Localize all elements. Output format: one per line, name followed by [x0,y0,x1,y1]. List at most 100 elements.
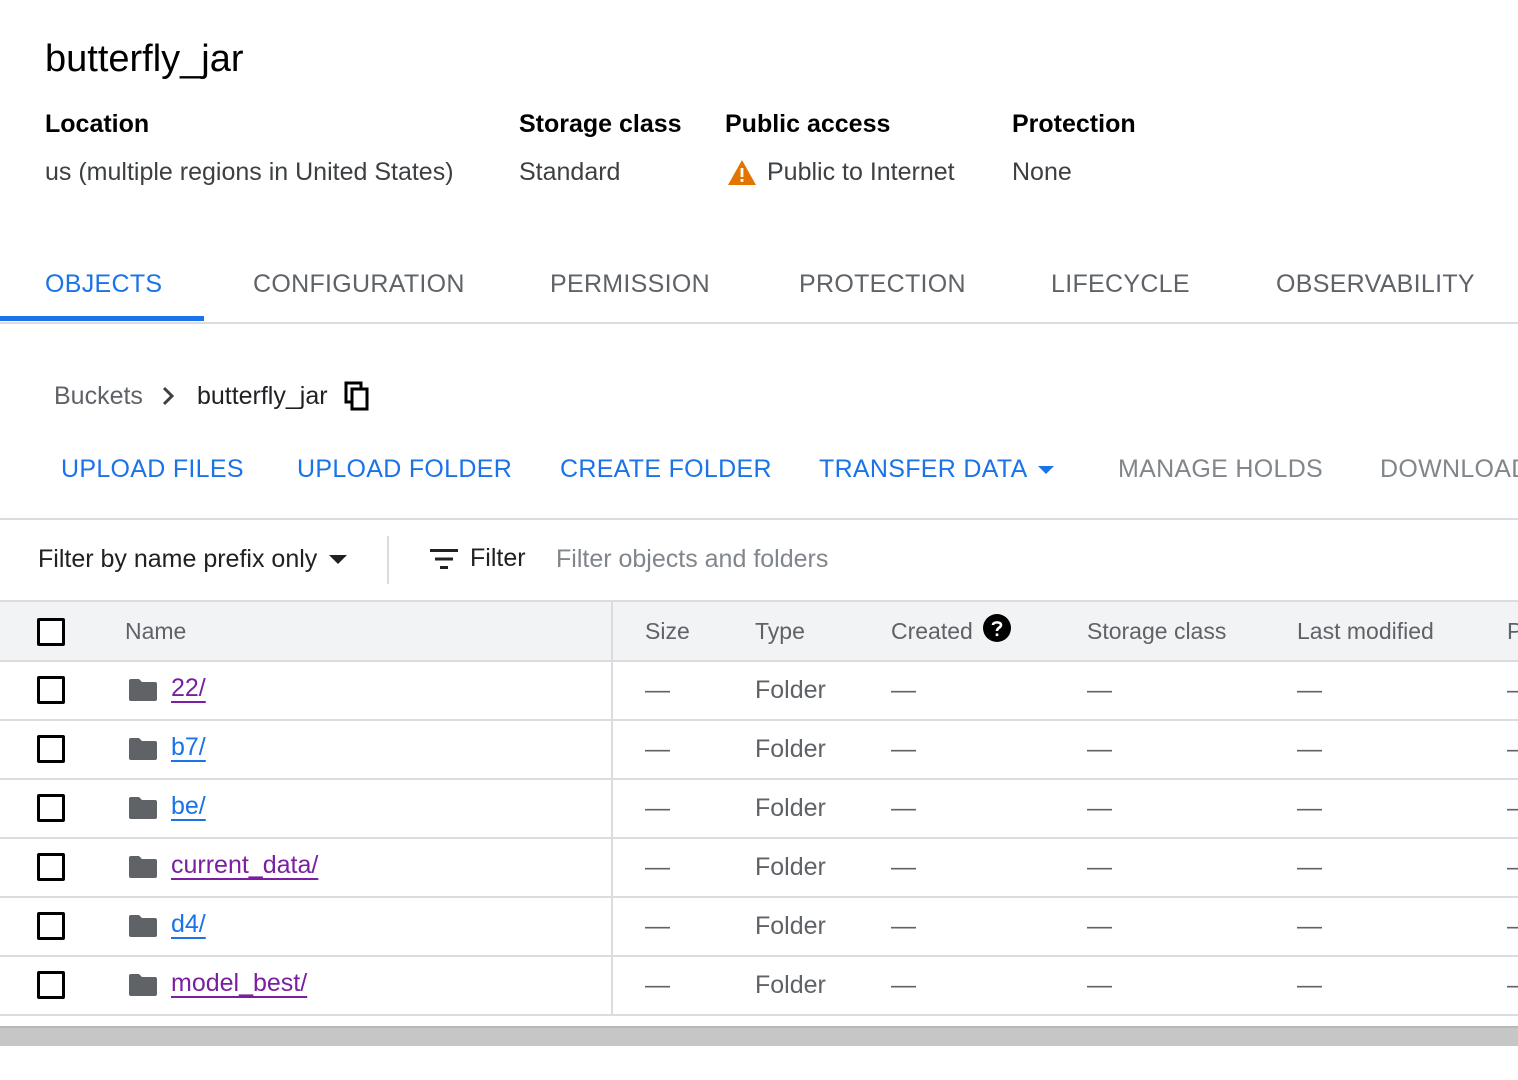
column-header-size[interactable]: Size [645,618,690,645]
tab-objects[interactable]: OBJECTS [45,270,162,299]
cell-type: Folder [755,794,826,822]
manage-holds-button[interactable]: MANAGE HOLDS [1118,455,1323,484]
folder-name-link[interactable]: d4/ [171,910,206,939]
table-row[interactable]: model_best/ — Folder — — — — [0,957,1518,1016]
cell-size: — [645,676,670,704]
upload-files-button[interactable]: UPLOAD FILES [61,455,244,484]
public-access-value: Public to Internet [767,158,955,186]
transfer-data-button[interactable]: TRANSFER DATA [819,455,1054,484]
column-header-truncated[interactable]: P [1507,618,1518,645]
cell-storage-class: — [1087,676,1112,704]
folder-icon [128,855,158,884]
cell-created: — [891,971,916,999]
cell-storage-class: — [1087,735,1112,763]
folder-icon [128,678,158,707]
table-header: Name Size Type Created Storage class Las… [0,600,1518,662]
column-header-name[interactable]: Name [125,618,186,645]
folder-icon [128,914,158,943]
cell-type: Folder [755,912,826,940]
cell-last-modified: — [1297,794,1322,822]
breadcrumb-buckets-link[interactable]: Buckets [54,382,143,411]
cell-truncated: — [1507,912,1518,941]
cell-type: Folder [755,971,826,999]
row-checkbox[interactable] [37,912,65,940]
copy-icon[interactable] [344,381,370,411]
row-checkbox[interactable] [37,794,65,822]
filter-button[interactable]: Filter [430,544,526,573]
folder-name-link[interactable]: current_data/ [171,851,318,880]
help-icon[interactable] [982,614,1011,648]
cell-truncated: — [1507,853,1518,882]
column-header-created-label: Created [891,618,973,645]
upload-folder-button[interactable]: UPLOAD FOLDER [297,455,512,484]
column-divider [611,780,613,837]
select-all-checkbox[interactable] [37,618,65,646]
cell-storage-class: — [1087,912,1112,940]
tab-bar: OBJECTS CONFIGURATION PERMISSION PROTECT… [0,250,1518,324]
cell-truncated: — [1507,794,1518,823]
folder-icon [128,973,158,1002]
row-checkbox[interactable] [37,676,65,704]
cell-type: Folder [755,735,826,763]
cell-type: Folder [755,676,826,704]
cell-size: — [645,794,670,822]
cell-type: Folder [755,853,826,881]
filter-mode-select[interactable]: Filter by name prefix only [38,545,348,574]
column-header-created[interactable]: Created [891,614,1011,648]
horizontal-scrollbar[interactable] [0,1026,1518,1046]
folder-icon [128,737,158,766]
storage-class-value: Standard [519,158,621,186]
folder-name-link[interactable]: be/ [171,792,206,821]
cell-storage-class: — [1087,971,1112,999]
column-divider [611,898,613,955]
column-header-type[interactable]: Type [755,618,805,645]
column-header-last-modified[interactable]: Last modified [1297,618,1434,645]
warning-icon [727,159,757,186]
table-row[interactable]: d4/ — Folder — — — — [0,898,1518,957]
column-divider [611,957,613,1014]
create-folder-button[interactable]: CREATE FOLDER [560,455,772,484]
tab-permission[interactable]: PERMISSION [550,270,710,299]
caret-down-icon [329,555,348,564]
column-divider [611,721,613,778]
column-divider [611,839,613,896]
transfer-data-label: TRANSFER DATA [819,455,1028,483]
filter-bar: Filter by name prefix only Filter [0,520,1518,600]
cell-storage-class: — [1087,794,1112,822]
tab-configuration[interactable]: CONFIGURATION [253,270,465,299]
cell-size: — [645,971,670,999]
cell-last-modified: — [1297,735,1322,763]
column-divider[interactable] [611,602,613,660]
divider [387,536,389,584]
column-header-storage-class[interactable]: Storage class [1087,618,1226,645]
column-divider [611,662,613,719]
folder-name-link[interactable]: b7/ [171,733,206,762]
tab-protection[interactable]: PROTECTION [799,270,966,299]
download-button[interactable]: DOWNLOAD [1380,455,1518,484]
cell-storage-class: — [1087,853,1112,881]
cell-last-modified: — [1297,676,1322,704]
cell-last-modified: — [1297,971,1322,999]
folder-name-link[interactable]: 22/ [171,674,206,703]
cell-created: — [891,853,916,881]
tab-lifecycle[interactable]: LIFECYCLE [1051,270,1190,299]
cell-last-modified: — [1297,853,1322,881]
cell-created: — [891,735,916,763]
table-row[interactable]: b7/ — Folder — — — — [0,721,1518,780]
tab-observability[interactable]: OBSERVABILITY [1276,270,1475,299]
row-checkbox[interactable] [37,853,65,881]
bucket-title: butterfly_jar [45,38,244,80]
cell-truncated: — [1507,735,1518,764]
table-row[interactable]: 22/ — Folder — — — — [0,662,1518,721]
row-checkbox[interactable] [37,971,65,999]
row-checkbox[interactable] [37,735,65,763]
filter-input[interactable] [556,542,1256,576]
table-row[interactable]: current_data/ — Folder — — — — [0,839,1518,898]
folder-name-link[interactable]: model_best/ [171,969,307,998]
breadcrumb: Buckets butterfly_jar [54,380,370,412]
object-actions-toolbar: UPLOAD FILES UPLOAD FOLDER CREATE FOLDER… [0,440,1518,520]
filter-mode-label: Filter by name prefix only [38,545,318,573]
cell-created: — [891,794,916,822]
protection-label: Protection [1012,110,1136,138]
table-row[interactable]: be/ — Folder — — — — [0,780,1518,839]
